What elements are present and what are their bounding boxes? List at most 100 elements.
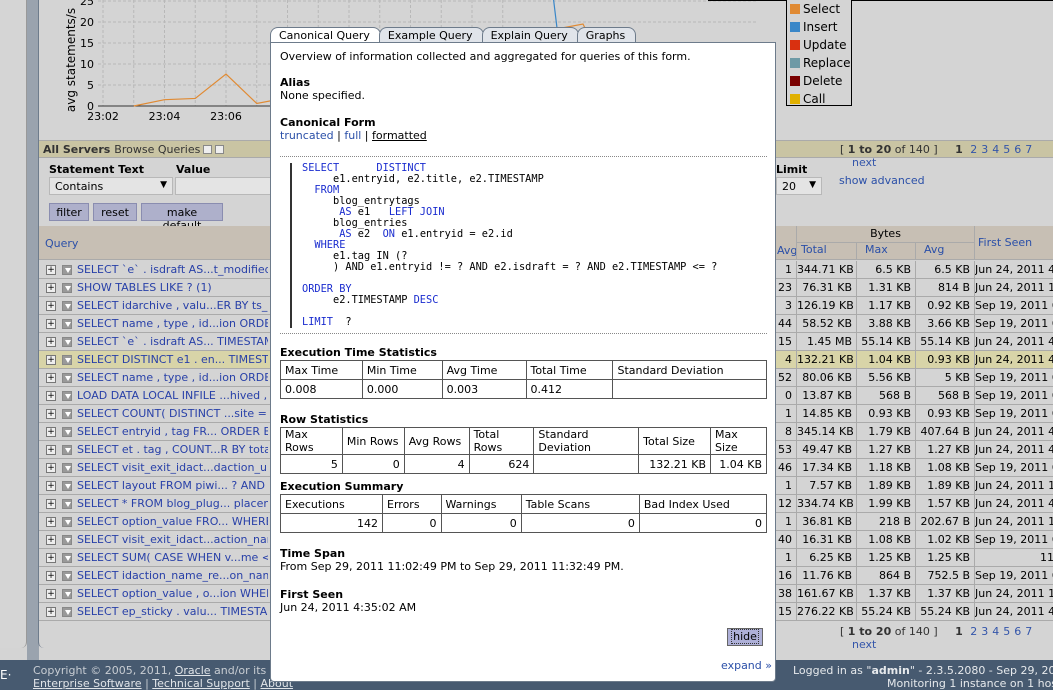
row-menu-icon[interactable]	[62, 318, 72, 329]
hide-button[interactable]: hide	[727, 628, 763, 646]
expand-row-icon[interactable]: +	[46, 372, 56, 383]
expand-row-icon[interactable]: +	[46, 264, 56, 275]
page-link[interactable]: 2	[970, 625, 977, 638]
row-menu-icon[interactable]	[62, 264, 72, 275]
query-link[interactable]: SELECT COUNT( DISTINCT ...site = ? OR	[77, 407, 268, 420]
expand-row-icon[interactable]: +	[46, 282, 56, 293]
row-menu-icon[interactable]	[62, 390, 72, 401]
enterprise-software-link[interactable]: Enterprise Software	[33, 677, 142, 690]
row-menu-icon[interactable]	[62, 444, 72, 455]
reset-button[interactable]: reset	[93, 203, 137, 221]
max-header[interactable]: Max	[856, 243, 915, 260]
show-advanced-link[interactable]: show advanced	[839, 174, 925, 187]
expand-row-icon[interactable]: +	[46, 498, 56, 509]
expand-row-icon[interactable]: +	[46, 318, 56, 329]
query-link[interactable]: SELECT * FROM blog_plug... placement	[77, 497, 268, 510]
expand-row-icon[interactable]: +	[46, 444, 56, 455]
expand-row-icon[interactable]: +	[46, 480, 56, 491]
tab-explain-query[interactable]: Explain Query	[481, 27, 579, 43]
view-full-link[interactable]: full	[344, 129, 361, 142]
expand-row-icon[interactable]: +	[46, 588, 56, 599]
expand-link[interactable]: expand »	[721, 659, 772, 672]
export-icon[interactable]	[215, 144, 225, 154]
technical-support-link[interactable]: Technical Support	[152, 677, 250, 690]
page-link[interactable]: 4	[992, 625, 999, 638]
expand-row-icon[interactable]: +	[46, 516, 56, 527]
query-link[interactable]: SELECT et . tag , COUNT...R BY total DES…	[77, 443, 268, 456]
row-menu-icon[interactable]	[62, 606, 72, 617]
expand-row-icon[interactable]: +	[46, 408, 56, 419]
row-menu-icon[interactable]	[62, 282, 72, 293]
query-link[interactable]: SHOW TABLES LIKE ? (1)	[77, 281, 268, 294]
page-link[interactable]: 5	[1003, 625, 1010, 638]
expand-row-icon[interactable]: +	[46, 552, 56, 563]
row-menu-icon[interactable]	[62, 480, 72, 491]
row-menu-icon[interactable]	[62, 552, 72, 563]
row-menu-icon[interactable]	[62, 498, 72, 509]
copy-icon[interactable]	[203, 144, 213, 154]
row-menu-icon[interactable]	[62, 372, 72, 383]
query-link[interactable]: SELECT idarchive , valu...ER BY ts_archi…	[77, 299, 268, 312]
tab-graphs[interactable]: Graphs	[576, 27, 637, 43]
row-menu-icon[interactable]	[62, 426, 72, 437]
tab-example-query[interactable]: Example Query	[378, 27, 484, 43]
limit-select[interactable]: 20 ▼	[776, 177, 822, 195]
first-seen-header[interactable]: First Seen	[974, 226, 1053, 260]
page-link[interactable]: 7	[1025, 625, 1032, 638]
row-menu-icon[interactable]	[62, 408, 72, 419]
expand-row-icon[interactable]: +	[46, 300, 56, 311]
rows-avg-header[interactable]: Avg	[777, 244, 797, 257]
query-link[interactable]: LOAD DATA LOCAL INFILE ...hived , name	[77, 389, 268, 402]
query-link[interactable]: SELECT option_value , o...ion WHERE auto…	[77, 587, 268, 600]
query-link[interactable]: SELECT name , type , id...ion ORDER BY	[77, 371, 268, 384]
next-page-link[interactable]: next	[852, 156, 876, 169]
row-menu-icon[interactable]	[62, 570, 72, 581]
expand-row-icon[interactable]: +	[46, 570, 56, 581]
row-menu-icon[interactable]	[62, 588, 72, 599]
query-link[interactable]: SELECT ep_sticky . valu... TIMESTAMP DES…	[77, 605, 268, 618]
row-menu-icon[interactable]	[62, 462, 72, 473]
expand-row-icon[interactable]: +	[46, 534, 56, 545]
query-link[interactable]: SELECT `e` . isdraft AS...t_modified DES…	[77, 263, 268, 276]
page-link[interactable]: 6	[1014, 143, 1021, 156]
expand-row-icon[interactable]: +	[46, 606, 56, 617]
filter-button[interactable]: filter	[49, 203, 89, 221]
row-menu-icon[interactable]	[62, 516, 72, 527]
expand-row-icon[interactable]: +	[46, 336, 56, 347]
page-link[interactable]: 3	[981, 625, 988, 638]
query-link[interactable]: SELECT idaction_name_re...on_name_ref	[77, 569, 268, 582]
row-menu-icon[interactable]	[62, 336, 72, 347]
expand-row-icon[interactable]: +	[46, 354, 56, 365]
make-default-button[interactable]: make default	[141, 203, 223, 232]
row-menu-icon[interactable]	[62, 300, 72, 311]
page-link[interactable]: 5	[1003, 143, 1010, 156]
oracle-link[interactable]: Oracle	[175, 664, 211, 677]
view-formatted-link[interactable]: formatted	[372, 129, 427, 142]
expand-row-icon[interactable]: +	[46, 390, 56, 401]
value-input[interactable]	[175, 177, 275, 195]
expand-row-icon[interactable]: +	[46, 426, 56, 437]
view-truncated-link[interactable]: truncated	[280, 129, 334, 142]
query-link[interactable]: SELECT name , type , id...ion ORDER BY	[77, 317, 268, 330]
query-link[interactable]: SELECT option_value FRO... WHERE option	[77, 515, 268, 528]
page-link[interactable]: 7	[1025, 143, 1032, 156]
page-link[interactable]: 4	[992, 143, 999, 156]
query-link[interactable]: SELECT layout FROM piwi... ? AND iddashb…	[77, 479, 268, 492]
total-header[interactable]: Total	[796, 243, 856, 260]
query-link[interactable]: SELECT `e` . isdraft AS... TIMESTAMP DES…	[77, 335, 268, 348]
next-page-link[interactable]: next	[852, 638, 876, 651]
row-menu-icon[interactable]	[62, 534, 72, 545]
statement-match-select[interactable]: Contains ▼	[49, 177, 173, 195]
query-link[interactable]: SELECT entryid , tag FR... ORDER BY entr…	[77, 425, 268, 438]
page-link[interactable]: 6	[1014, 625, 1021, 638]
query-link[interactable]: SELECT visit_exit_idact...action_name ,	[77, 533, 268, 546]
page-link[interactable]: 2	[970, 143, 977, 156]
page-link[interactable]: 3	[981, 143, 988, 156]
expand-row-icon[interactable]: +	[46, 462, 56, 473]
row-menu-icon[interactable]	[62, 354, 72, 365]
query-column-header[interactable]: Query	[45, 237, 78, 250]
query-link[interactable]: SELECT visit_exit_idact...daction_url , …	[77, 461, 268, 474]
query-link[interactable]: SELECT DISTINCT e1 . en... TIMESTAMP DES…	[77, 353, 268, 366]
query-link[interactable]: SELECT SUM( CASE WHEN v...me <= ?	[77, 551, 268, 564]
avg-header[interactable]: Avg	[915, 243, 974, 260]
